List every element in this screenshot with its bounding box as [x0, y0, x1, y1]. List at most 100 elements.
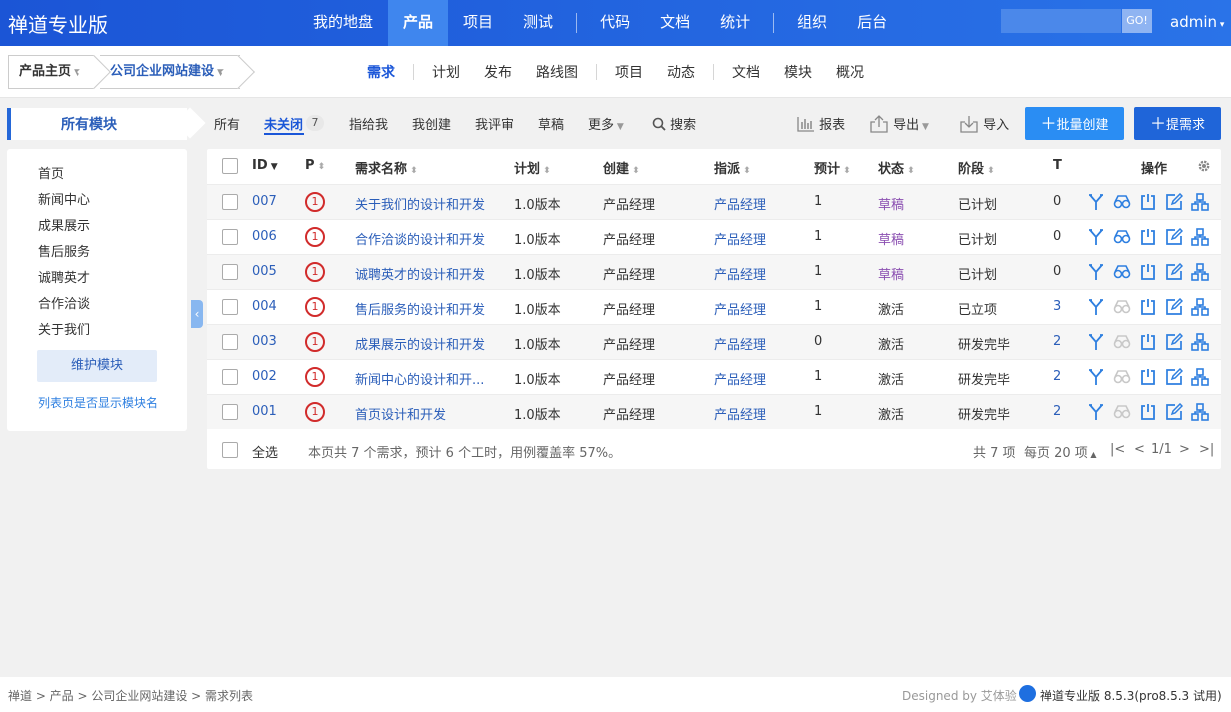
create-case-icon[interactable]: [1191, 403, 1209, 421]
review-icon[interactable]: [1113, 263, 1131, 281]
show-module-name-link[interactable]: 列表页是否显示模块名: [38, 394, 158, 411]
prev-page-icon[interactable]: <: [1134, 442, 1145, 457]
maintain-module-button[interactable]: 维护模块: [37, 350, 157, 382]
subnav-view[interactable]: 概况: [824, 62, 876, 82]
nav-test[interactable]: 测试: [508, 0, 568, 46]
user-menu[interactable]: admin ▾: [1170, 13, 1224, 31]
col-priority[interactable]: P ⬍: [305, 158, 325, 173]
change-icon[interactable]: [1087, 333, 1105, 351]
story-title-link[interactable]: 关于我们的设计和开发: [355, 194, 490, 213]
story-tasks-link[interactable]: 2: [1053, 334, 1061, 349]
tab-created-by-me[interactable]: 我创建: [412, 114, 451, 133]
nav-doc[interactable]: 文档: [645, 0, 705, 46]
col-status[interactable]: 状态 ⬍: [878, 158, 915, 177]
col-stage[interactable]: 阶段 ⬍: [958, 158, 995, 177]
col-plan[interactable]: 计划 ⬍: [514, 158, 551, 177]
review-icon[interactable]: [1113, 228, 1131, 246]
subnav-release[interactable]: 发布: [472, 62, 524, 82]
row-checkbox[interactable]: [222, 404, 238, 420]
story-title-link[interactable]: 合作洽谈的设计和开发: [355, 229, 490, 248]
close-story-icon[interactable]: [1139, 368, 1157, 386]
story-tasks-link[interactable]: 0: [1053, 229, 1061, 244]
create-case-icon[interactable]: [1191, 368, 1209, 386]
crumb-product-switcher[interactable]: 公司企业网站建设 ▼: [100, 55, 240, 89]
edit-icon[interactable]: [1165, 402, 1184, 421]
gear-icon[interactable]: [1197, 159, 1211, 173]
story-title-link[interactable]: 成果展示的设计和开发: [355, 334, 490, 353]
subnav-dynamic[interactable]: 动态: [655, 62, 707, 82]
nav-project[interactable]: 项目: [448, 0, 508, 46]
story-title-link[interactable]: 首页设计和开发: [355, 404, 490, 423]
module-item[interactable]: 首页: [38, 163, 64, 182]
story-assigned-link[interactable]: 产品经理: [714, 334, 766, 353]
subnav-story[interactable]: 需求: [355, 62, 407, 82]
story-id-link[interactable]: 006: [252, 229, 277, 244]
story-tasks-link[interactable]: 0: [1053, 194, 1061, 209]
search-input[interactable]: [1001, 9, 1121, 33]
module-item[interactable]: 合作洽谈: [38, 293, 90, 312]
nav-admin[interactable]: 后台: [842, 0, 902, 46]
subnav-project[interactable]: 项目: [603, 62, 655, 82]
edit-icon[interactable]: [1165, 192, 1184, 211]
nav-product[interactable]: 产品: [388, 0, 449, 46]
edit-icon[interactable]: [1165, 227, 1184, 246]
edit-icon[interactable]: [1165, 297, 1184, 316]
subnav-roadmap[interactable]: 路线图: [524, 62, 590, 82]
version-info[interactable]: 禅道专业版 8.5.3(pro8.5.3 试用): [1040, 687, 1222, 704]
create-story-button[interactable]: ＋提需求: [1134, 107, 1221, 140]
review-icon[interactable]: [1113, 298, 1131, 316]
subnav-doc[interactable]: 文档: [720, 62, 772, 82]
col-estimate[interactable]: 预计 ⬍: [814, 158, 851, 177]
col-creator[interactable]: 创建 ⬍: [603, 158, 640, 177]
nav-code[interactable]: 代码: [585, 0, 645, 46]
story-id-link[interactable]: 001: [252, 404, 277, 419]
select-all-header-checkbox[interactable]: [222, 158, 238, 174]
sidebar-collapse-toggle[interactable]: ‹: [191, 300, 203, 328]
story-assigned-link[interactable]: 产品经理: [714, 404, 766, 423]
story-assigned-link[interactable]: 产品经理: [714, 369, 766, 388]
edit-icon[interactable]: [1165, 367, 1184, 386]
story-title-link[interactable]: 诚聘英才的设计和开发: [355, 264, 490, 283]
brand-title[interactable]: 禅道专业版: [8, 9, 108, 38]
row-checkbox[interactable]: [222, 264, 238, 280]
tab-all[interactable]: 所有: [214, 114, 240, 133]
change-icon[interactable]: [1087, 228, 1105, 246]
review-icon[interactable]: [1113, 403, 1131, 421]
story-tasks-link[interactable]: 2: [1053, 404, 1061, 419]
import-button[interactable]: 导入: [959, 114, 1009, 133]
row-checkbox[interactable]: [222, 229, 238, 245]
review-icon[interactable]: [1113, 368, 1131, 386]
tab-assigned-to-me[interactable]: 指给我: [349, 114, 388, 133]
search-toggle[interactable]: 搜索: [652, 114, 696, 133]
story-tasks-link[interactable]: 2: [1053, 369, 1061, 384]
tab-draft[interactable]: 草稿: [538, 114, 564, 133]
tab-unclosed[interactable]: 未关闭: [264, 114, 303, 133]
subnav-plan[interactable]: 计划: [420, 62, 472, 82]
story-id-link[interactable]: 002: [252, 369, 277, 384]
batch-create-button[interactable]: ＋批量创建: [1025, 107, 1124, 140]
col-id[interactable]: ID ▼: [252, 158, 278, 173]
row-checkbox[interactable]: [222, 334, 238, 350]
create-case-icon[interactable]: [1191, 263, 1209, 281]
subnav-module[interactable]: 模块: [772, 62, 824, 82]
module-item[interactable]: 成果展示: [38, 215, 90, 234]
story-id-link[interactable]: 007: [252, 194, 277, 209]
story-tasks-link[interactable]: 3: [1053, 299, 1061, 314]
row-checkbox[interactable]: [222, 369, 238, 385]
all-modules-header[interactable]: 所有模块: [7, 108, 187, 140]
story-assigned-link[interactable]: 产品经理: [714, 264, 766, 283]
story-assigned-link[interactable]: 产品经理: [714, 229, 766, 248]
col-name[interactable]: 需求名称 ⬍: [355, 158, 418, 177]
story-assigned-link[interactable]: 产品经理: [714, 194, 766, 213]
story-title-link[interactable]: 售后服务的设计和开发: [355, 299, 490, 318]
nav-report[interactable]: 统计: [705, 0, 765, 46]
row-checkbox[interactable]: [222, 299, 238, 315]
story-id-link[interactable]: 004: [252, 299, 277, 314]
close-story-icon[interactable]: [1139, 333, 1157, 351]
close-story-icon[interactable]: [1139, 263, 1157, 281]
close-story-icon[interactable]: [1139, 193, 1157, 211]
last-page-icon[interactable]: >|: [1199, 442, 1214, 457]
change-icon[interactable]: [1087, 403, 1105, 421]
row-checkbox[interactable]: [222, 194, 238, 210]
col-assigned[interactable]: 指派 ⬍: [714, 158, 751, 177]
